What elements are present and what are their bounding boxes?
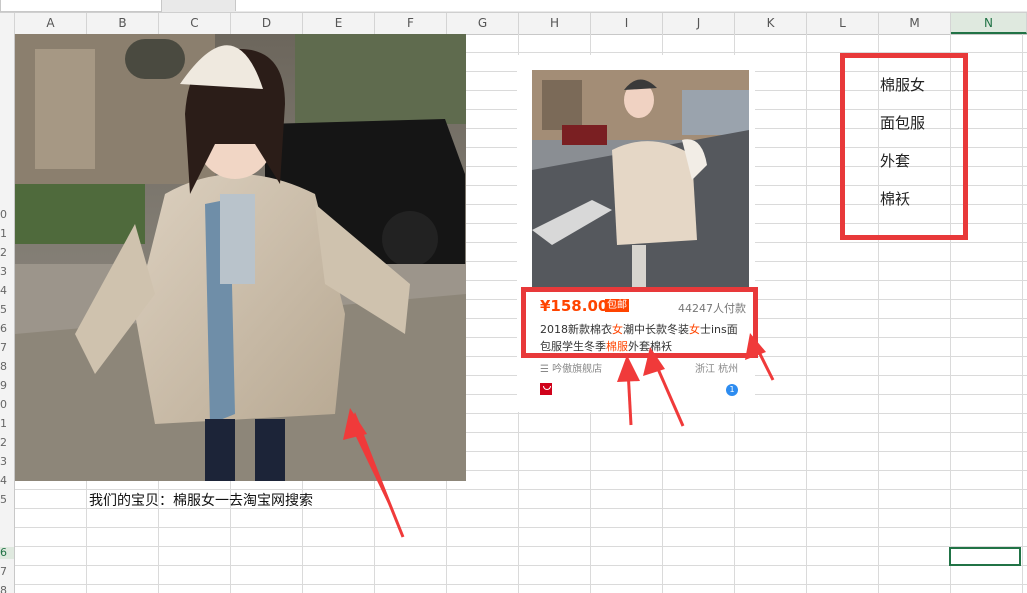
annotation-arrows (343, 333, 775, 538)
